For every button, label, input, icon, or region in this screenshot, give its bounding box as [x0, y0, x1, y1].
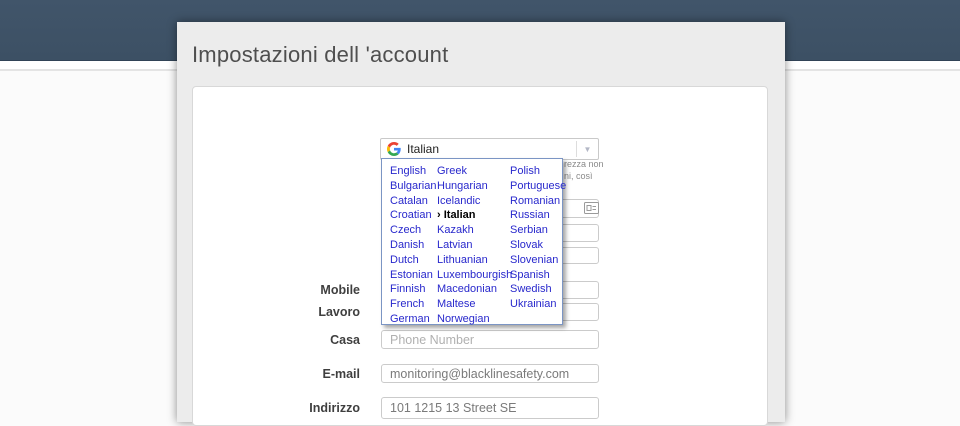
language-option[interactable]: Luxembourgish — [437, 268, 510, 283]
account-settings-card: Impostazioni dell 'account Italian ▼ rez… — [177, 22, 785, 422]
email-field[interactable] — [381, 364, 599, 383]
address-field[interactable] — [381, 397, 599, 419]
language-option[interactable]: Kazakh — [437, 223, 510, 238]
work-phone-label: Lavoro — [193, 303, 371, 321]
language-option[interactable]: Norwegian — [437, 312, 510, 327]
language-option[interactable]: Hungarian — [437, 179, 510, 194]
language-option[interactable]: Serbian — [510, 223, 566, 238]
note-fragment-2: ni, così — [564, 170, 654, 182]
language-option[interactable]: Slovak — [510, 238, 566, 253]
language-option[interactable]: Icelandic — [437, 194, 510, 209]
language-option[interactable]: Greek — [437, 164, 510, 179]
partially-hidden-note: rezza non ni, così — [564, 158, 654, 182]
selected-language-label: Italian — [407, 142, 576, 156]
language-option[interactable]: French — [390, 297, 437, 312]
language-option[interactable]: Romanian — [510, 194, 566, 209]
address-label: Indirizzo — [193, 397, 371, 419]
language-option[interactable]: Maltese — [437, 297, 510, 312]
page-title: Impostazioni dell 'account — [192, 42, 448, 68]
home-phone-field[interactable] — [381, 330, 599, 349]
email-label: E-mail — [193, 364, 371, 383]
contact-card-icon[interactable] — [584, 202, 599, 214]
language-option[interactable]: Finnish — [390, 282, 437, 297]
language-select[interactable]: Italian ▼ — [380, 138, 599, 160]
language-option[interactable]: Ukrainian — [510, 297, 566, 312]
language-option[interactable]: Polish — [510, 164, 566, 179]
home-phone-label: Casa — [193, 330, 371, 349]
language-option[interactable]: › Italian — [437, 208, 510, 223]
language-dropdown: EnglishBulgarianCatalanCroatianCzechDani… — [381, 158, 563, 325]
language-option[interactable]: Bulgarian — [390, 179, 437, 194]
language-option[interactable]: Swedish — [510, 282, 566, 297]
language-option[interactable]: Latvian — [437, 238, 510, 253]
language-option[interactable]: Slovenian — [510, 253, 566, 268]
settings-form-panel: Italian ▼ rezza non ni, così Mobile — [192, 86, 768, 426]
language-option[interactable]: Lithuanian — [437, 253, 510, 268]
form-row: Indirizzo — [193, 397, 769, 419]
language-option[interactable]: English — [390, 164, 437, 179]
language-option[interactable]: Macedonian — [437, 282, 510, 297]
form-row: Casa — [193, 330, 769, 349]
language-option[interactable]: Spanish — [510, 268, 566, 283]
language-option[interactable]: Czech — [390, 223, 437, 238]
chevron-down-icon: ▼ — [576, 141, 598, 157]
language-option[interactable]: Portuguese — [510, 179, 566, 194]
language-option[interactable]: Danish — [390, 238, 437, 253]
google-g-icon — [387, 142, 401, 156]
language-option[interactable]: German — [390, 312, 437, 327]
language-option[interactable]: Estonian — [390, 268, 437, 283]
language-option[interactable]: Russian — [510, 208, 566, 223]
language-option[interactable]: Croatian — [390, 208, 437, 223]
mobile-label: Mobile — [193, 281, 371, 299]
form-row: E-mail — [193, 364, 769, 383]
language-option[interactable]: Dutch — [390, 253, 437, 268]
language-option[interactable]: Catalan — [390, 194, 437, 209]
